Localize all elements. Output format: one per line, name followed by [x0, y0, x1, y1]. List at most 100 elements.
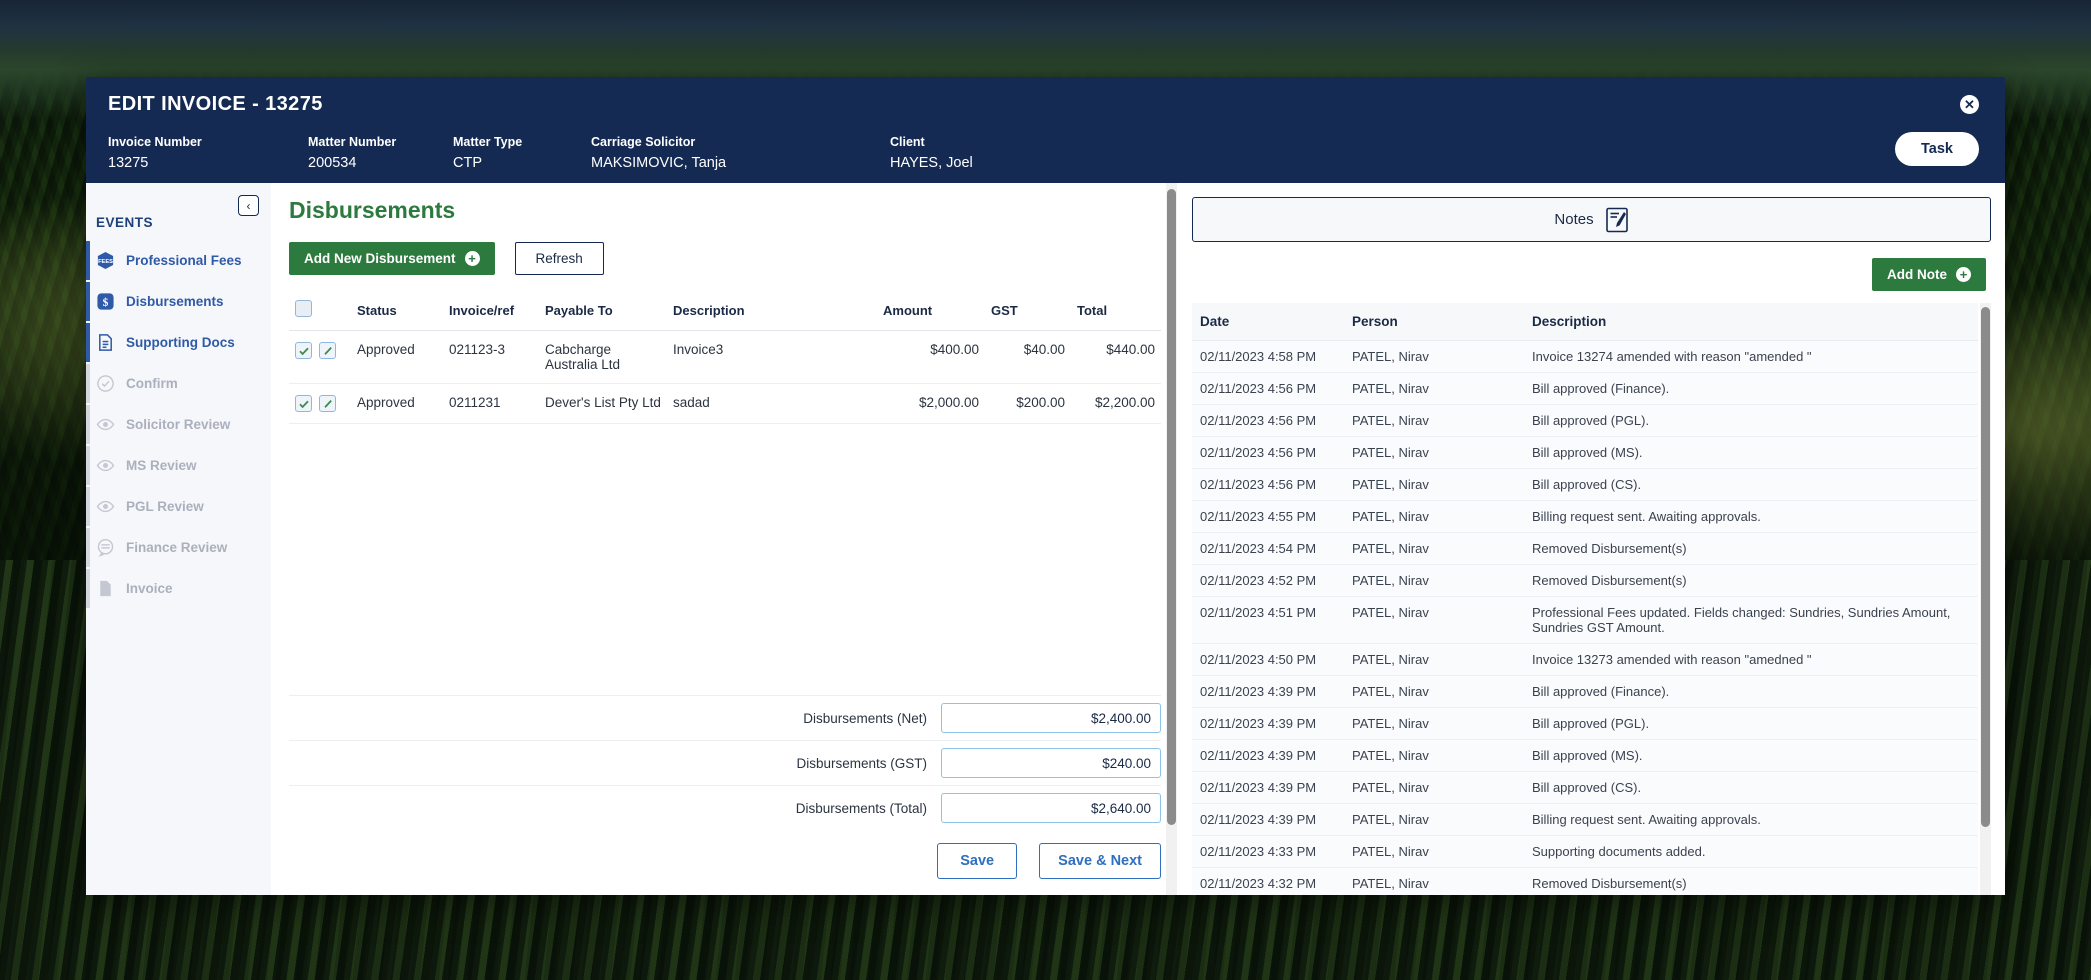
task-button[interactable]: Task [1895, 132, 1979, 166]
notes-header-person[interactable]: Person [1344, 303, 1524, 341]
svg-text:$: $ [104, 586, 108, 595]
note-row[interactable]: 02/11/2023 4:56 PM PATEL, Nirav Bill appro… [1192, 436, 1978, 469]
note-row[interactable]: 02/11/2023 4:56 PM PATEL, Nirav Bill appro… [1192, 372, 1978, 405]
sidebar-item-finance-review: Finance Review [86, 527, 271, 568]
notes-scrollbar[interactable] [1980, 303, 1991, 895]
note-row[interactable]: 02/11/2023 4:39 PM PATEL, Nirav Billing re… [1192, 803, 1978, 836]
document-icon [96, 333, 115, 352]
note-row[interactable]: 02/11/2023 4:54 PM PATEL, Nirav Removed Di… [1192, 532, 1978, 565]
table-row[interactable]: Approved 021123-3 Cabcharge Australia Ltd I… [289, 330, 1161, 384]
meta-value: HAYES, Joel [890, 155, 973, 171]
note-edit-icon [1605, 207, 1629, 233]
save-button[interactable]: Save [937, 843, 1018, 879]
header-amount[interactable]: Amount [877, 294, 985, 331]
table-header-row: Status Invoice/ref Payable To Descriptio… [289, 294, 1161, 331]
note-row[interactable]: 02/11/2023 4:39 PM PATEL, Nirav Bill appro… [1192, 739, 1978, 772]
note-row[interactable]: 02/11/2023 4:52 PM PATEL, Nirav Removed Di… [1192, 564, 1978, 597]
totals-input[interactable] [941, 748, 1161, 778]
note-person: PATEL, Nirav [1344, 468, 1524, 501]
meta-label: Matter Number [308, 135, 397, 149]
plus-icon: + [1956, 267, 1971, 282]
row-actions [289, 383, 351, 424]
note-row[interactable]: 02/11/2023 4:33 PM PATEL, Nirav Supporting… [1192, 835, 1978, 868]
note-date: 02/11/2023 4:50 PM [1192, 643, 1344, 676]
sidebar-item-supporting-docs[interactable]: Supporting Docs [86, 322, 271, 363]
notes-header-label: Notes [1554, 211, 1594, 228]
note-description: Bill approved (PGL). [1524, 404, 1978, 437]
scrollbar-thumb[interactable] [1981, 307, 1990, 827]
note-row[interactable]: 02/11/2023 4:39 PM PATEL, Nirav Bill appro… [1192, 675, 1978, 708]
disbursements-toolbar: Add New Disbursement + Refresh [289, 242, 1161, 275]
cell-payable-to: Dever's List Pty Ltd [539, 383, 667, 424]
sidebar-item-solicitor-review: Solicitor Review [86, 404, 271, 445]
note-row[interactable]: 02/11/2023 4:50 PM PATEL, Nirav Invoice 13… [1192, 643, 1978, 676]
note-description: Bill approved (Finance). [1524, 675, 1978, 708]
header-status[interactable]: Status [351, 294, 443, 331]
note-person: PATEL, Nirav [1344, 707, 1524, 740]
note-row[interactable]: 02/11/2023 4:39 PM PATEL, Nirav Bill appro… [1192, 707, 1978, 740]
note-row[interactable]: 02/11/2023 4:56 PM PATEL, Nirav Bill appro… [1192, 468, 1978, 501]
row-select-checkbox[interactable] [295, 342, 312, 359]
add-new-disbursement-label: Add New Disbursement [304, 251, 456, 266]
note-person: PATEL, Nirav [1344, 867, 1524, 895]
note-date: 02/11/2023 4:56 PM [1192, 372, 1344, 405]
notes-table-body: 02/11/2023 4:58 PM PATEL, Nirav Invoice 13… [1192, 340, 1978, 895]
notes-header-date[interactable]: Date [1192, 303, 1344, 341]
sidebar-item-disbursements[interactable]: $ Disbursements [86, 281, 271, 322]
cell-gst: $40.00 [985, 330, 1071, 384]
notes-scroll-area: Date Person Description 02/11/2023 4:58 … [1192, 303, 1991, 895]
note-row[interactable]: 02/11/2023 4:56 PM PATEL, Nirav Bill appro… [1192, 404, 1978, 437]
notes-header[interactable]: Notes [1192, 197, 1991, 242]
select-all-checkbox[interactable] [295, 300, 312, 317]
totals-input[interactable] [941, 703, 1161, 733]
notes-header-description[interactable]: Description [1524, 303, 1978, 341]
header-description[interactable]: Description [667, 294, 877, 331]
row-edit-button[interactable] [319, 342, 336, 359]
header-total[interactable]: Total [1071, 294, 1161, 331]
note-person: PATEL, Nirav [1344, 404, 1524, 437]
note-row[interactable]: 02/11/2023 4:55 PM PATEL, Nirav Billing re… [1192, 500, 1978, 533]
add-new-disbursement-button[interactable]: Add New Disbursement + [289, 242, 495, 275]
header-invoice-ref[interactable]: Invoice/ref [443, 294, 539, 331]
meta-label: Carriage Solicitor [591, 135, 696, 149]
note-date: 02/11/2023 4:39 PM [1192, 771, 1344, 804]
main-vertical-scrollbar[interactable] [1166, 183, 1177, 895]
sidebar-item-professional-fees[interactable]: FEES Professional Fees [86, 240, 271, 281]
note-row[interactable]: 02/11/2023 4:39 PM PATEL, Nirav Bill appro… [1192, 771, 1978, 804]
eye-icon [96, 497, 115, 516]
scrollbar-thumb[interactable] [1167, 189, 1176, 825]
note-description: Billing request sent. Awaiting approvals… [1524, 500, 1978, 533]
eye-icon [96, 415, 115, 434]
sidebar-item-pgl-review: PGL Review [86, 486, 271, 527]
note-row[interactable]: 02/11/2023 4:51 PM PATEL, Nirav Profession… [1192, 596, 1978, 644]
meta-field: Carriage Solicitor MAKSIMOVIC, Tanja [591, 135, 890, 171]
close-icon[interactable]: ✕ [1960, 95, 1979, 114]
note-row[interactable]: 02/11/2023 4:32 PM PATEL, Nirav Removed Di… [1192, 867, 1978, 895]
sidebar-collapse-button[interactable]: ‹ [238, 195, 259, 216]
cell-payable-to: Cabcharge Australia Ltd [539, 330, 667, 384]
note-person: PATEL, Nirav [1344, 596, 1524, 644]
note-description: Bill approved (MS). [1524, 436, 1978, 469]
table-row[interactable]: Approved 0211231 Dever's List Pty Ltd sadad… [289, 383, 1161, 424]
row-edit-button[interactable] [319, 395, 336, 412]
note-description: Removed Disbursement(s) [1524, 532, 1978, 565]
note-description: Bill approved (CS). [1524, 468, 1978, 501]
save-next-button[interactable]: Save & Next [1039, 843, 1161, 879]
totals-input[interactable] [941, 793, 1161, 823]
meta-label: Client [890, 135, 925, 149]
add-note-button[interactable]: Add Note + [1872, 258, 1986, 291]
note-person: PATEL, Nirav [1344, 771, 1524, 804]
totals-row: Disbursements (GST) [289, 740, 1161, 785]
cell-status: Approved [351, 330, 443, 384]
cell-status: Approved [351, 383, 443, 424]
row-select-checkbox[interactable] [295, 395, 312, 412]
meta-value: 200534 [308, 155, 357, 171]
svg-text:$: $ [103, 297, 109, 309]
header-gst[interactable]: GST [985, 294, 1071, 331]
note-person: PATEL, Nirav [1344, 803, 1524, 836]
note-row[interactable]: 02/11/2023 4:58 PM PATEL, Nirav Invoice 13… [1192, 340, 1978, 373]
note-person: PATEL, Nirav [1344, 739, 1524, 772]
refresh-button[interactable]: Refresh [514, 242, 604, 275]
header-payable-to[interactable]: Payable To [539, 294, 667, 331]
invoice-doc-icon: $ [96, 579, 115, 598]
